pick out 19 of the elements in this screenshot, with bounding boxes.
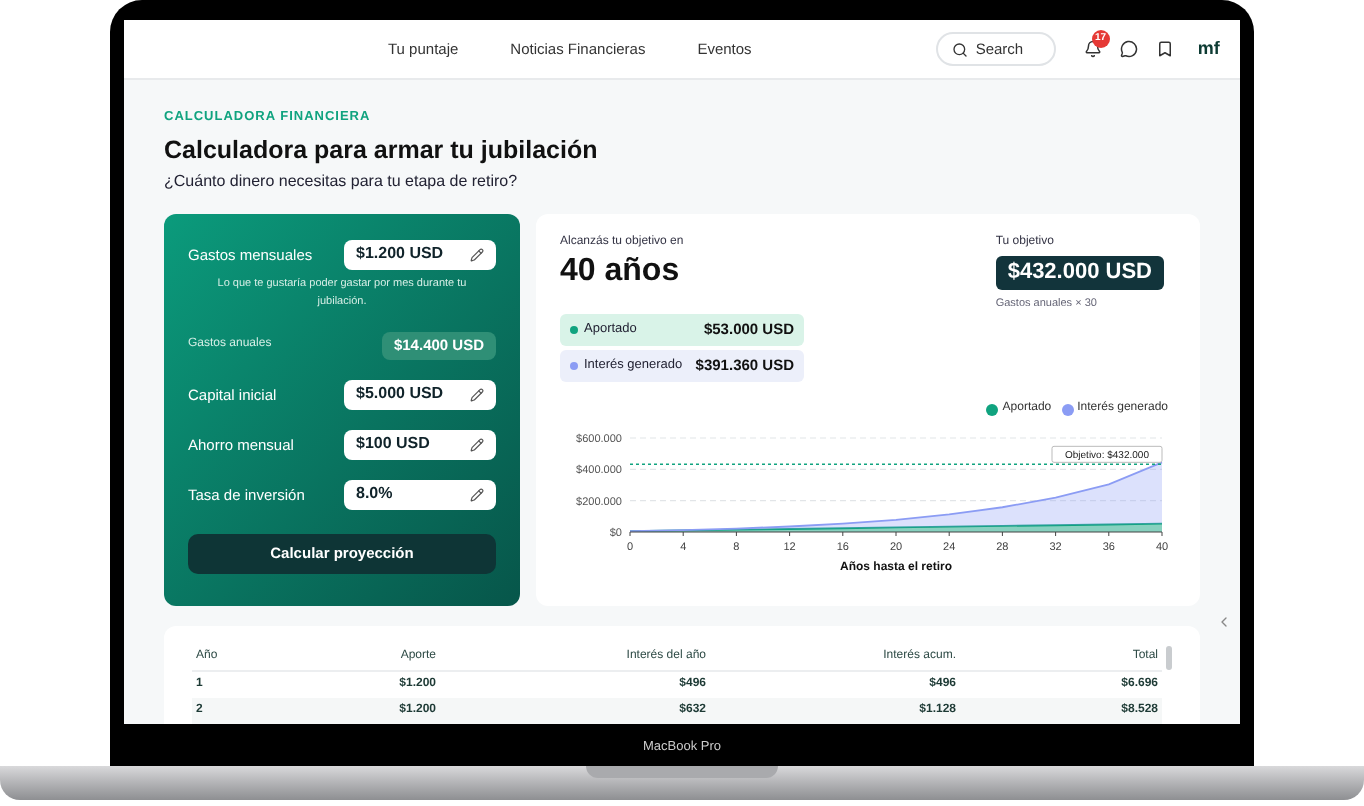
edit-icon <box>470 387 484 402</box>
input-field[interactable]: 8.0% <box>344 479 496 510</box>
logo[interactable]: mf <box>1197 35 1220 63</box>
scrollbar[interactable] <box>1166 645 1172 670</box>
years-value: 40 años <box>560 251 682 292</box>
input-field[interactable]: $100 USD <box>344 429 496 460</box>
search-icon <box>951 41 968 57</box>
bell-icon[interactable] <box>1083 40 1102 58</box>
bookmark-icon[interactable] <box>1155 40 1174 58</box>
page-title: Calculadora para armar tu jubilación <box>164 135 600 166</box>
goal-value: $432.000 USD <box>995 255 1164 290</box>
edit-icon <box>470 437 484 452</box>
input-field[interactable]: $5.000 USD <box>344 379 496 410</box>
input-field[interactable]: $1.200 USD <box>344 239 496 270</box>
edit-icon <box>470 487 484 502</box>
page-subtitle: ¿Cuánto dinero necesitas para tu etapa de retiro? <box>164 169 520 194</box>
chevron-left-icon[interactable] <box>1216 614 1232 630</box>
chat-icon[interactable] <box>1119 40 1138 58</box>
edit-icon <box>470 247 484 262</box>
